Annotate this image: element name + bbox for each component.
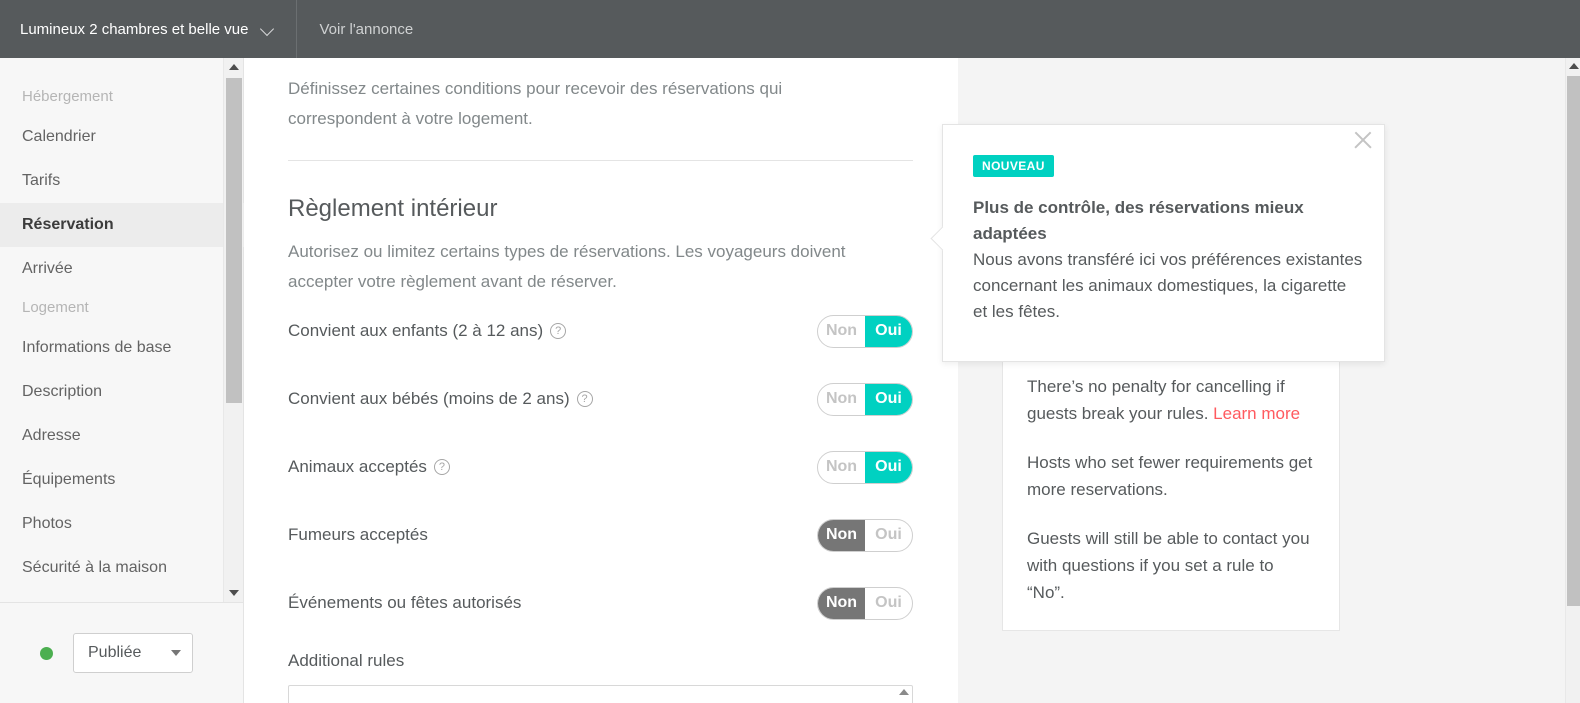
house-rule-label: Animaux acceptés? [288, 457, 450, 477]
additional-rules-label: Additional rules [288, 651, 405, 670]
sidebar-item-arrivee[interactable]: Arrivée [0, 247, 244, 291]
house-rule-toggle[interactable]: Non Oui [817, 314, 913, 348]
house-rule-label: Fumeurs acceptés [288, 525, 428, 545]
sidebar-item-description[interactable]: Description [0, 370, 244, 414]
house-rules-list: Convient aux enfants (2 à 12 ans)? Non Oui… [288, 297, 958, 637]
help-circle-icon[interactable]: ? [433, 459, 450, 475]
sidebar-item-reservation[interactable]: Réservation [0, 203, 244, 247]
page-scrollbar[interactable] [1565, 58, 1580, 703]
view-listing-link[interactable]: Voir l'annonce [297, 0, 435, 58]
info-paragraph-1: There’s no penalty for cancelling if gue… [1027, 373, 1315, 427]
house-rule-toggle[interactable]: Non Oui [817, 450, 913, 484]
main-content-panel: Définissez certaines conditions pour rec… [244, 58, 958, 703]
toggle-option-no[interactable]: Non [818, 587, 865, 619]
sidebar-item-securite-a-la-maison[interactable]: Sécurité à la maison [0, 546, 244, 590]
house-rule-row: Fumeurs acceptés Non Oui [288, 501, 913, 569]
help-circle-icon[interactable]: ? [550, 323, 567, 339]
popover-title: Plus de contrôle, des réservations mieux… [973, 198, 1304, 243]
sidebar-section-title: Logement [22, 299, 89, 316]
house-rule-row: Événements ou fêtes autorisés Non Oui [288, 569, 913, 637]
sidebar-item-equipements[interactable]: Équipements [0, 458, 244, 502]
listing-status-bar: Publiée [0, 602, 243, 703]
close-icon[interactable] [1348, 125, 1378, 155]
listing-status-value: Publiée [88, 644, 142, 661]
sidebar-nav-list: Hébergement Calendrier Tarifs Réservation Ar… [0, 58, 244, 590]
sidebar-scroll-area: Hébergement Calendrier Tarifs Réservation Ar… [0, 58, 244, 602]
house-rule-label-text: Événements ou fêtes autorisés [288, 593, 522, 612]
house-rule-label-text: Animaux acceptés [288, 457, 427, 476]
toggle-option-no[interactable]: Non [818, 452, 865, 483]
toggle-option-no[interactable]: Non [818, 384, 865, 415]
listing-title: Lumineux 2 chambres et belle vue [20, 20, 249, 38]
listing-status-select[interactable]: Publiée [73, 633, 193, 673]
popover-body: Nous avons transféré ici vos préférences… [973, 250, 1363, 321]
house-rule-label-text: Convient aux bébés (moins de 2 ans) [288, 389, 570, 408]
house-rule-label-text: Fumeurs acceptés [288, 525, 428, 544]
house-rule-toggle[interactable]: Non Oui [817, 586, 913, 620]
help-circle-icon[interactable]: ? [576, 391, 593, 407]
additional-rules-textarea[interactable] [288, 685, 913, 703]
page-scrollbar-thumb[interactable] [1567, 76, 1580, 606]
toggle-option-no[interactable]: Non [818, 519, 865, 551]
sidebar-item-tarifs[interactable]: Tarifs [0, 159, 244, 203]
toggle-option-yes[interactable]: Oui [865, 451, 912, 483]
house-rule-label: Convient aux bébés (moins de 2 ans)? [288, 389, 593, 409]
house-rule-toggle[interactable]: Non Oui [817, 518, 913, 552]
new-feature-popover: NOUVEAU Plus de contrôle, des réservatio… [930, 124, 1385, 362]
chevron-down-icon [260, 21, 276, 37]
page-title: Règlement intérieur [288, 195, 498, 222]
scroll-up-arrow-icon[interactable] [1566, 58, 1580, 74]
toggle-option-yes[interactable]: Oui [865, 315, 912, 347]
house-rule-label-text: Convient aux enfants (2 à 12 ans) [288, 321, 544, 340]
section-description: Autorisez ou limitez certains types de r… [288, 242, 846, 291]
section-divider [288, 160, 913, 161]
info-paragraph-3: Guests will still be able to contact you… [1027, 529, 1310, 602]
house-rule-row: Animaux acceptés? Non Oui [288, 433, 913, 501]
toggle-option-no[interactable]: Non [818, 316, 865, 347]
sidebar-item-calendrier[interactable]: Calendrier [0, 115, 244, 159]
toggle-option-yes[interactable]: Oui [865, 520, 912, 551]
info-card: There’s no penalty for cancelling if gue… [1002, 350, 1340, 631]
listing-switcher[interactable]: Lumineux 2 chambres et belle vue [0, 0, 298, 58]
sidebar: Hébergement Calendrier Tarifs Réservation Ar… [0, 58, 244, 703]
sidebar-item-photos[interactable]: Photos [0, 502, 244, 546]
learn-more-link[interactable]: Learn more [1213, 404, 1300, 423]
triangle-down-icon [171, 650, 181, 656]
sidebar-item-adresse[interactable]: Adresse [0, 414, 244, 458]
sidebar-scrollbar-thumb[interactable] [226, 78, 242, 403]
house-rule-label: Convient aux enfants (2 à 12 ans)? [288, 321, 567, 341]
new-badge: NOUVEAU [973, 155, 1054, 177]
house-rule-row: Convient aux enfants (2 à 12 ans)? Non Oui [288, 297, 913, 365]
house-rule-label: Événements ou fêtes autorisés [288, 593, 521, 613]
sidebar-scrollbar[interactable] [223, 58, 243, 602]
sidebar-section-title: Hébergement [22, 88, 113, 105]
scroll-up-arrow-icon[interactable] [224, 58, 244, 76]
house-rule-toggle[interactable]: Non Oui [817, 382, 913, 416]
status-indicator-dot [40, 646, 53, 660]
sidebar-item-informations-de-base[interactable]: Informations de base [0, 326, 244, 370]
scroll-down-arrow-icon[interactable] [224, 584, 244, 602]
top-bar: Lumineux 2 chambres et belle vue Voir l'… [0, 0, 1580, 58]
toggle-option-yes[interactable]: Oui [865, 588, 912, 619]
house-rule-row: Convient aux bébés (moins de 2 ans)? Non O… [288, 365, 913, 433]
toggle-option-yes[interactable]: Oui [865, 383, 912, 415]
textarea-scroll-up-icon [899, 689, 909, 695]
info-paragraph-2: Hosts who set fewer requirements get mor… [1027, 453, 1313, 499]
intro-text: Définissez certaines conditions pour rec… [288, 79, 783, 128]
